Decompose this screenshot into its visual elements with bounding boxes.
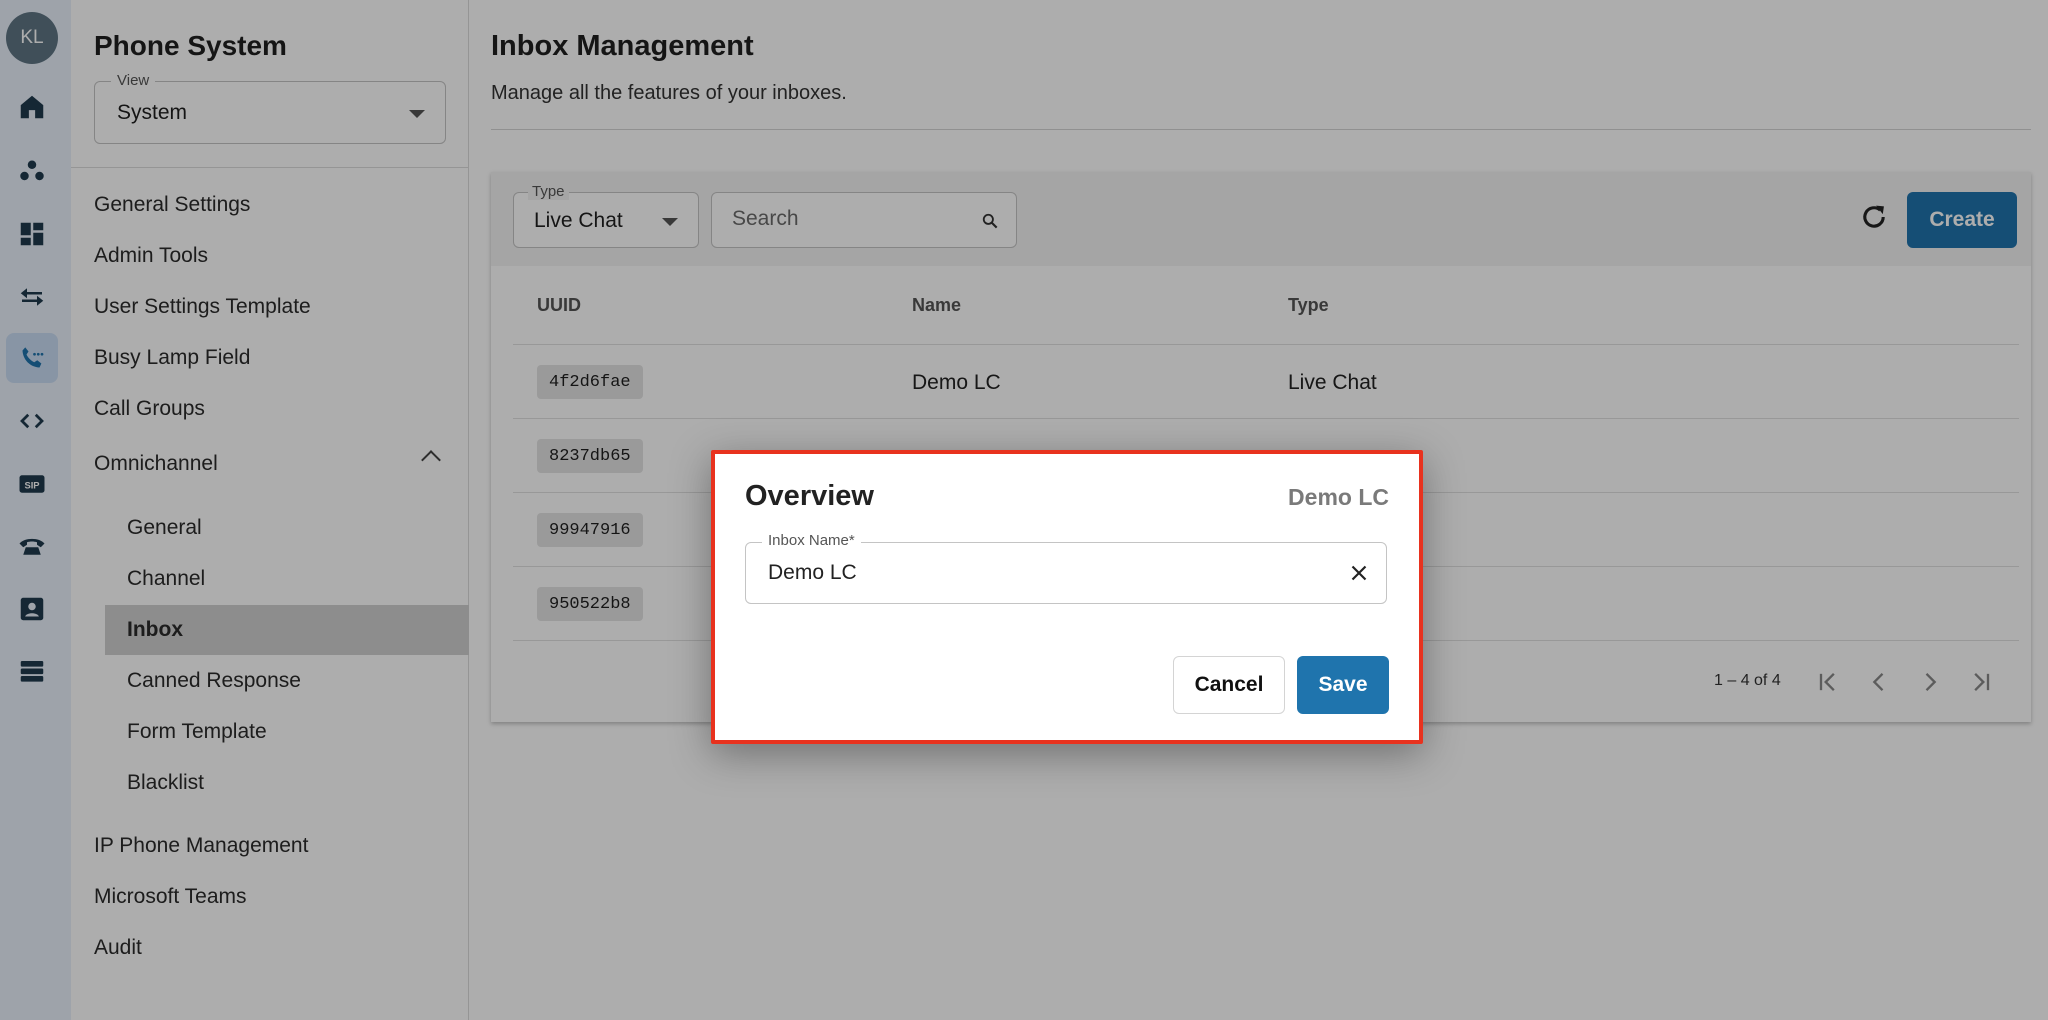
dialog-title: Overview [745, 480, 874, 512]
inbox-name-label: Inbox Name* [762, 532, 861, 549]
close-icon[interactable] [1346, 560, 1372, 586]
cancel-button[interactable]: Cancel [1173, 656, 1285, 714]
save-button[interactable]: Save [1297, 656, 1389, 714]
dialog-inbox-name: Demo LC [1288, 484, 1389, 510]
inbox-name-field[interactable]: Inbox Name* [745, 532, 1387, 604]
overview-dialog: Overview Demo LC Inbox Name* Cancel Save [711, 450, 1423, 744]
inbox-name-input[interactable] [768, 561, 1328, 585]
